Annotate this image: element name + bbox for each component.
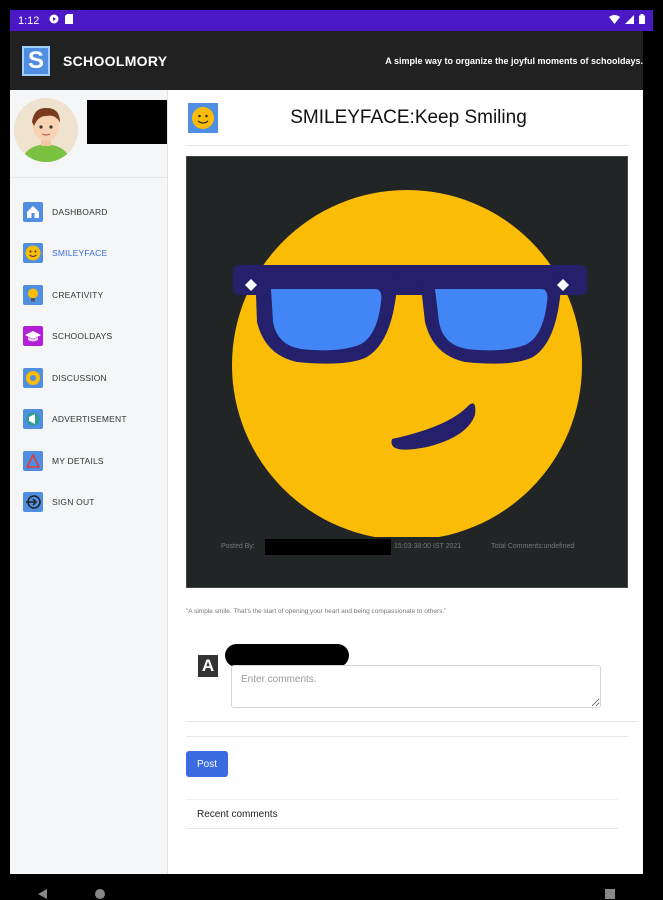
status-bar: 1:12 (10, 10, 653, 31)
sidebar-item-label: DISCUSSION (52, 372, 107, 383)
divider (186, 736, 628, 737)
user-avatar-icon (14, 98, 78, 162)
sidebar-item-label: ADVERTISEMENT (52, 414, 127, 425)
commenter-avatar: A (198, 655, 218, 677)
comment-area: A (186, 630, 638, 722)
sidebar-item-schooldays[interactable]: SCHOOLDAYS (10, 316, 167, 358)
sd-card-icon (65, 14, 74, 27)
discussion-icon (23, 367, 43, 388)
status-time: 1:12 (18, 14, 40, 27)
sidebar-item-label: SCHOOLDAYS (52, 331, 113, 342)
bulb-icon (23, 284, 43, 305)
sidebar-item-discussion[interactable]: DISCUSSION (10, 357, 167, 399)
commenter-name-redacted (225, 644, 349, 667)
recents-icon[interactable] (605, 886, 615, 900)
graduation-cap-icon (23, 326, 43, 347)
sidebar-item-label: SIGN OUT (52, 497, 95, 508)
sidebar-item-label: CREATIVITY (52, 289, 104, 300)
sidebar-item-my-details[interactable]: MY DETAILS (10, 440, 167, 482)
total-comments: Total Comments:undefined (491, 543, 575, 550)
comment-input[interactable] (231, 665, 601, 708)
sidebar-item-smileyface[interactable]: SMILEYFACE (10, 233, 167, 275)
profile-name-redacted (87, 100, 167, 144)
wifi-icon (609, 14, 620, 27)
page-header: SMILEYFACE:Keep Smiling (186, 90, 629, 146)
megaphone-icon (23, 409, 43, 430)
sidebar-item-sign-out[interactable]: SIGN OUT (10, 482, 167, 524)
battery-icon (639, 14, 645, 27)
main-content: SMILEYFACE:Keep Smiling Posted By: 15:03… (186, 90, 638, 829)
smiley-icon (188, 102, 218, 133)
post-caption: "A simple smile. That's the start of ope… (186, 608, 447, 615)
sidebar-nav: DASHBOARD SMILEYFACE CREATIVITY SCHOOLDA… (10, 178, 167, 523)
home-icon (23, 201, 43, 222)
avatar[interactable] (14, 98, 78, 162)
device-frame: 1:12 S SCHOOLMORY A simple way to organi… (0, 0, 663, 900)
sidebar-item-label: SMILEYFACE (52, 248, 108, 259)
post-button[interactable]: Post (186, 751, 228, 777)
details-icon (23, 450, 43, 471)
home-button-icon[interactable] (95, 886, 105, 900)
sidebar-item-advertisement[interactable]: ADVERTISEMENT (10, 399, 167, 441)
posted-by-redacted (265, 539, 391, 555)
sidebar-item-dashboard[interactable]: DASHBOARD (10, 191, 167, 233)
back-icon[interactable] (38, 886, 48, 900)
post-time: 15:03:38:00 IST 2021 (394, 543, 462, 550)
play-protect-icon (49, 14, 59, 27)
status-right (609, 14, 645, 27)
android-nav-bar (0, 874, 663, 900)
sidebar-item-creativity[interactable]: CREATIVITY (10, 274, 167, 316)
sidebar: DASHBOARD SMILEYFACE CREATIVITY SCHOOLDA… (10, 90, 168, 874)
signal-icon (625, 14, 634, 27)
app-tagline: A simple way to organize the joyful mome… (385, 55, 643, 66)
app-name: SCHOOLMORY (63, 52, 168, 69)
posted-by-label: Posted By: (221, 543, 255, 550)
sidebar-item-label: DASHBOARD (52, 206, 108, 217)
profile-section (10, 90, 167, 178)
sign-out-icon (23, 492, 43, 513)
app-logo[interactable]: S (22, 45, 50, 76)
smiley-icon (23, 243, 43, 264)
app-bar: S SCHOOLMORY A simple way to organize th… (10, 31, 643, 90)
app-screen: S SCHOOLMORY A simple way to organize th… (10, 31, 643, 874)
sunglasses-smiley-image (232, 190, 587, 540)
post-card: Posted By: 15:03:38:00 IST 2021 Total Co… (186, 156, 628, 588)
sidebar-item-label: MY DETAILS (52, 455, 104, 466)
page-title: SMILEYFACE:Keep Smiling (290, 106, 527, 128)
recent-comments-header: Recent comments (186, 799, 618, 829)
